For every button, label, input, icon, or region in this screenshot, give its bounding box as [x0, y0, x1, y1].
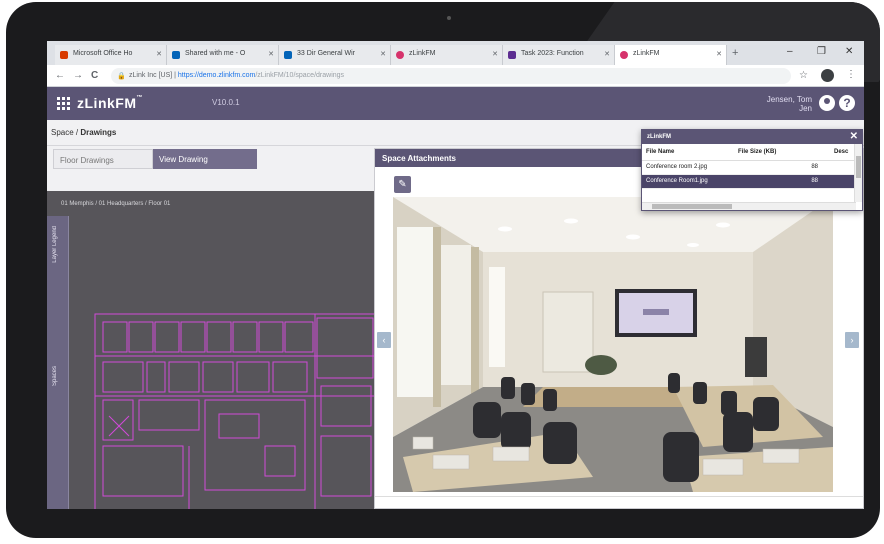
- close-icon[interactable]: ✕: [850, 131, 858, 142]
- vertical-scrollbar[interactable]: [854, 144, 862, 202]
- lock-icon: 🔒: [117, 73, 126, 80]
- back-button[interactable]: ←: [55, 70, 65, 81]
- url-path: /zLinkFM/10/space/drawings: [255, 72, 345, 79]
- close-icon[interactable]: ✕: [380, 50, 386, 58]
- file-name-cell: Conference Room1.jpg: [642, 174, 734, 189]
- spaces-tab[interactable]: Spaces: [52, 366, 58, 386]
- dialog-title: zLinkFM: [642, 130, 862, 144]
- table-row[interactable]: Conference room 2.jpg 88: [642, 160, 856, 175]
- url-site-label: zLink Inc [US]: [129, 72, 173, 79]
- browser-tab-label: zLinkFM: [409, 50, 436, 57]
- browser-tab-label: Shared with me - O: [185, 50, 246, 57]
- previous-image-button[interactable]: ‹: [377, 332, 391, 348]
- browser-tab[interactable]: 33 Dir General Wir ✕: [279, 45, 391, 65]
- close-window-button[interactable]: ✕: [845, 46, 853, 57]
- url-input[interactable]: 🔒 zLink Inc [US] | https://demo.zlinkfm.…: [111, 68, 791, 84]
- description-cell: [830, 174, 856, 189]
- close-icon[interactable]: ✕: [604, 50, 610, 58]
- close-icon[interactable]: ✕: [268, 50, 274, 58]
- floor-plan[interactable]: [69, 296, 375, 509]
- tab-floor-drawings[interactable]: Floor Drawings: [53, 149, 153, 169]
- cloud-icon: [172, 51, 180, 59]
- address-bar: ← → C 🔒 zLink Inc [US] | https://demo.zl…: [47, 65, 864, 87]
- tablet-frame: Microsoft Office Ho ✕ Shared with me - O…: [6, 2, 880, 538]
- browser-tab[interactable]: Shared with me - O ✕: [167, 45, 279, 65]
- browser-tab[interactable]: Microsoft Office Ho ✕: [55, 45, 167, 65]
- tab-view-drawing[interactable]: View Drawing: [153, 149, 257, 169]
- breadcrumb: Space / Drawings: [51, 128, 116, 137]
- attachment-file-dialog: zLinkFM ✕ File Name File Size (KB) Desc …: [641, 129, 863, 211]
- attachments-footer: [375, 496, 863, 508]
- column-header-file-name[interactable]: File Name: [642, 144, 734, 161]
- next-image-button[interactable]: ›: [845, 332, 859, 348]
- account-icon[interactable]: [821, 69, 834, 82]
- close-icon[interactable]: ✕: [716, 50, 722, 58]
- app-grid-icon[interactable]: [57, 97, 70, 110]
- maximize-button[interactable]: ❐: [817, 46, 826, 57]
- url-host: https://demo.zlinkfm.com: [177, 72, 256, 79]
- help-icon[interactable]: ?: [839, 95, 855, 111]
- browser-tab[interactable]: Task 2023: Function ✕: [503, 45, 615, 65]
- reload-button[interactable]: C: [91, 70, 98, 81]
- horizontal-scrollbar[interactable]: [642, 202, 856, 210]
- user-name-line2: Jen: [799, 104, 812, 113]
- edit-icon[interactable]: ✎: [394, 176, 411, 193]
- app-version: V10.0.1: [212, 98, 240, 107]
- user-avatar-icon[interactable]: [819, 95, 835, 111]
- app-logo: zLinkFM™: [77, 95, 143, 111]
- file-name-cell: Conference room 2.jpg: [642, 160, 734, 175]
- drawing-path-label: 01 Memphis / 01 Headquarters / Floor 01: [61, 201, 171, 207]
- forward-button[interactable]: →: [73, 70, 83, 81]
- user-name-line1: Jensen, Tom: [766, 95, 812, 104]
- drawing-side-panel: Layer Legend Spaces: [47, 216, 69, 509]
- app-header: zLinkFM™ V10.0.1 Jensen, Tom Jen ?: [47, 87, 864, 120]
- breadcrumb-prefix[interactable]: Space /: [51, 128, 80, 137]
- browser-tab-label: Task 2023: Function: [521, 50, 584, 57]
- browser-menu-icon[interactable]: ⋮: [846, 69, 856, 80]
- zlink-icon: [396, 51, 404, 59]
- column-header-file-size[interactable]: File Size (KB): [734, 144, 830, 161]
- screen: Microsoft Office Ho ✕ Shared with me - O…: [47, 41, 864, 509]
- close-icon[interactable]: ✕: [492, 50, 498, 58]
- browser-tab-active[interactable]: zLinkFM ✕: [615, 45, 727, 65]
- file-size-cell: 88: [734, 174, 830, 189]
- column-header-description[interactable]: Desc: [830, 144, 856, 161]
- file-table: File Name File Size (KB) Desc Conference…: [642, 144, 856, 189]
- table-header-row: File Name File Size (KB) Desc: [642, 144, 856, 161]
- new-tab-button[interactable]: +: [732, 47, 738, 59]
- breadcrumb-current: Drawings: [80, 128, 117, 137]
- browser-tab-label: Microsoft Office Ho: [73, 50, 133, 57]
- browser-tab[interactable]: zLinkFM ✕: [391, 45, 503, 65]
- table-row-selected[interactable]: Conference Room1.jpg 88: [642, 174, 856, 189]
- user-name[interactable]: Jensen, Tom Jen: [752, 95, 812, 113]
- visual-studio-icon: [508, 51, 516, 59]
- browser-tab-label: zLinkFM: [633, 50, 660, 57]
- zlink-icon: [620, 51, 628, 59]
- minimize-button[interactable]: –: [787, 46, 793, 57]
- file-size-cell: 88: [734, 160, 830, 175]
- browser-tab-label: 33 Dir General Wir: [297, 50, 355, 57]
- layer-legend-tab[interactable]: Layer Legend: [52, 226, 58, 263]
- cloud-icon: [284, 51, 292, 59]
- description-cell: [830, 160, 856, 175]
- conference-room-photo: [393, 197, 833, 492]
- bookmark-star-icon[interactable]: ☆: [799, 70, 808, 81]
- close-icon[interactable]: ✕: [156, 50, 162, 58]
- browser-tab-strip: Microsoft Office Ho ✕ Shared with me - O…: [47, 41, 864, 65]
- camera-dot: [447, 16, 451, 20]
- office-icon: [60, 51, 68, 59]
